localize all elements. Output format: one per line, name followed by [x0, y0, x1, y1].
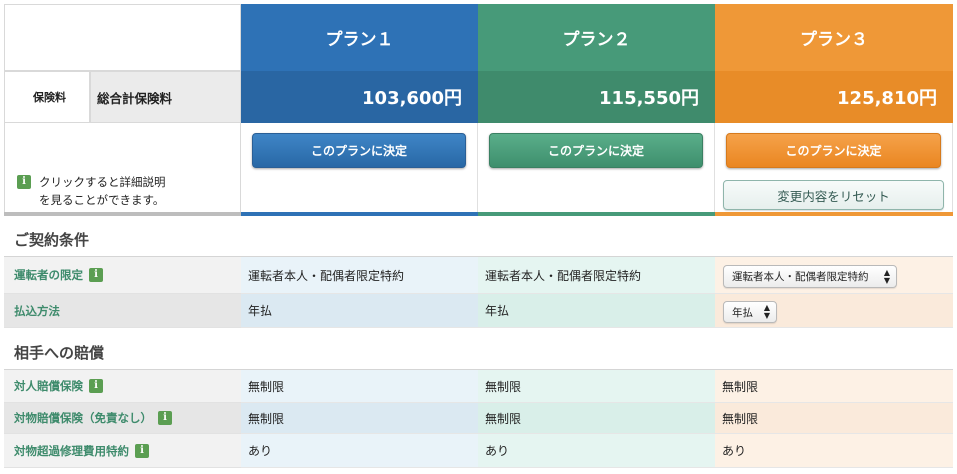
- plan1-premium: 103,600円: [241, 71, 478, 123]
- plan2-premium: 115,550円: [478, 71, 715, 123]
- driver-limit-select[interactable]: 運転者本人・配偶者限定特約 ▲ ▼: [723, 265, 897, 288]
- select-arrows-icon: ▲ ▼: [883, 267, 890, 285]
- plan1-excess-repair: あり: [241, 434, 478, 468]
- plan2-driver-limit: 運転者本人・配偶者限定特約: [478, 257, 715, 294]
- plan1-title: プラン１: [325, 30, 394, 50]
- plan1-header: プラン１: [241, 4, 478, 71]
- plan3-excess-repair: あり: [715, 434, 953, 468]
- plan1-button-cell: このプランに決定: [241, 123, 478, 212]
- plan2-property-damage: 無制限: [478, 403, 715, 434]
- plan2-bodily-injury: 無制限: [478, 370, 715, 403]
- info-icon: i: [17, 175, 31, 189]
- compensation-section-title: 相手への賠償: [14, 344, 105, 362]
- plan3-title: プラン３: [800, 30, 868, 50]
- row-label-bodily-injury: 対人賠償保険 i: [4, 370, 241, 403]
- plan3-premium: 125,810円: [715, 71, 953, 123]
- info-icon[interactable]: i: [158, 411, 172, 425]
- total-premium-label: 総合計保険料: [90, 71, 241, 123]
- row-label-property-damage: 対物賠償保険（免責なし） i: [4, 403, 241, 434]
- premium-category-label: 保険料: [4, 71, 90, 123]
- plan2-decide-button[interactable]: このプランに決定: [489, 133, 703, 168]
- info-icon[interactable]: i: [135, 443, 149, 458]
- plan2-header: プラン２: [478, 4, 715, 71]
- row-label-driver-limit: 運転者の限定 i: [4, 257, 241, 294]
- info-icon[interactable]: i: [89, 268, 103, 282]
- plan3-payment-method-cell: 年払 ▲ ▼: [715, 294, 953, 328]
- row-label-excess-repair: 対物超過修理費用特約 i: [4, 434, 241, 468]
- plan2-button-cell: このプランに決定: [478, 123, 715, 212]
- strip-label: [4, 212, 241, 216]
- plan2-title: プラン２: [562, 30, 631, 50]
- plan2-payment-method: 年払: [478, 294, 715, 328]
- header-empty-cell: [4, 4, 241, 71]
- contract-section-title: ご契約条件: [14, 231, 90, 249]
- plan3-decide-button[interactable]: このプランに決定: [726, 133, 941, 168]
- info-note: i クリックすると詳細説明 を見ることができます。: [17, 173, 166, 209]
- plan1-property-damage: 無制限: [241, 403, 478, 434]
- info-note-line1: クリックすると詳細説明: [39, 175, 166, 189]
- plan1-driver-limit: 運転者本人・配偶者限定特約: [241, 257, 478, 294]
- info-note-line2: を見ることができます。: [39, 193, 165, 207]
- reset-changes-button[interactable]: 変更内容をリセット: [723, 180, 944, 210]
- plan1-payment-method: 年払: [241, 294, 478, 328]
- select-arrows-icon: ▲ ▼: [763, 303, 770, 320]
- plan3-button-cell: このプランに決定 変更内容をリセット: [715, 123, 953, 212]
- info-note-cell: i クリックすると詳細説明 を見ることができます。: [4, 123, 241, 212]
- strip-plan3: [715, 212, 953, 216]
- payment-method-select[interactable]: 年払 ▲ ▼: [723, 301, 777, 323]
- row-label-payment-method: 払込方法: [4, 294, 241, 328]
- strip-plan1: [241, 212, 478, 216]
- plan3-property-damage: 無制限: [715, 403, 953, 434]
- plan1-bodily-injury: 無制限: [241, 370, 478, 403]
- plan3-header: プラン３: [715, 4, 953, 71]
- info-icon[interactable]: i: [89, 379, 103, 393]
- strip-plan2: [478, 212, 715, 216]
- plan3-driver-limit-cell: 運転者本人・配偶者限定特約 ▲ ▼: [715, 257, 953, 294]
- plan3-bodily-injury: 無制限: [715, 370, 953, 403]
- plan2-excess-repair: あり: [478, 434, 715, 468]
- plan1-decide-button[interactable]: このプランに決定: [252, 133, 466, 168]
